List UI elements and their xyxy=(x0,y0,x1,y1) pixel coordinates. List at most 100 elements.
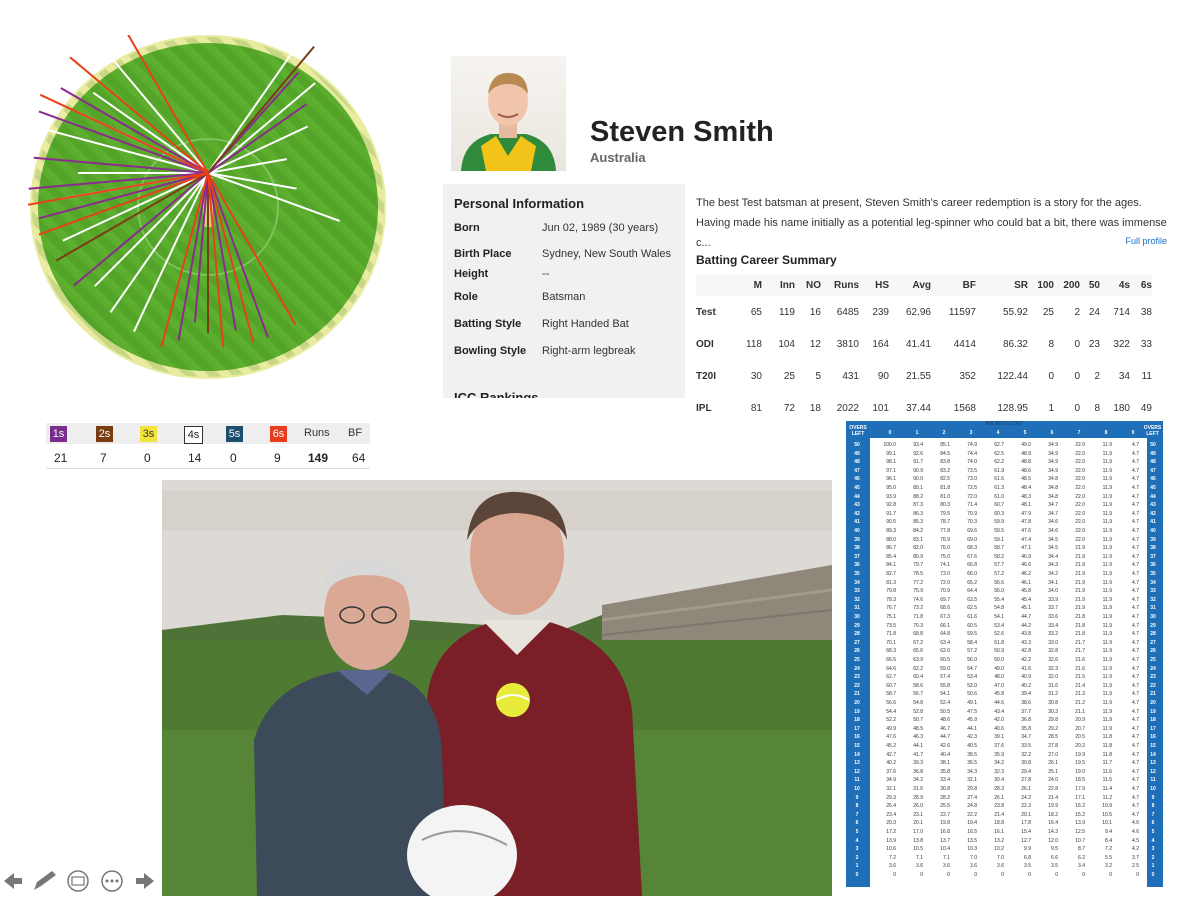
resource-cell: 4.7 xyxy=(1132,553,1139,560)
resource-cell: 72.0 xyxy=(940,579,950,586)
resource-cell: 22.2 xyxy=(967,811,977,818)
overs-left-value: 11 xyxy=(854,777,860,784)
format-label: T20I xyxy=(696,370,717,382)
resource-cell: 79.5 xyxy=(940,510,950,517)
stat-cell: 21.55 xyxy=(905,370,931,382)
stat-cell: 714 xyxy=(1113,306,1130,318)
overs-left-value: 16 xyxy=(1150,734,1156,741)
resource-cell: 44.2 xyxy=(1021,622,1031,629)
resource-cell: 56.0 xyxy=(994,588,1004,595)
resource-cell: 11.5 xyxy=(1102,777,1112,784)
stat-cell: 18 xyxy=(809,402,821,414)
resource-cell: 3.6 xyxy=(943,863,950,870)
overs-left-value: 33 xyxy=(1150,588,1156,595)
resource-cell: 19.4 xyxy=(967,820,977,827)
resource-cell: 11.9 xyxy=(1102,674,1112,681)
resource-cell: 21.8 xyxy=(1075,631,1085,638)
more-icon[interactable] xyxy=(101,870,123,892)
stat-cell: 0 xyxy=(1074,402,1080,414)
resource-cell: 4.7 xyxy=(1132,786,1139,792)
resource-cell: 21.6 xyxy=(1075,665,1085,672)
value-3s: 0 xyxy=(144,451,151,465)
resource-cell: 72.5 xyxy=(967,485,977,491)
resource-cell: 11.9 xyxy=(1102,725,1112,732)
resource-cell: 15.4 xyxy=(1021,829,1031,835)
resource-cell: 22.3 xyxy=(1021,803,1031,810)
wicket-header: 6 xyxy=(1050,430,1054,436)
batting-header-row: M Inn NO Runs HS Avg BF SR 100 200 50 4s… xyxy=(696,274,1152,296)
resource-cell: 30.3 xyxy=(1048,708,1058,715)
resource-cell: 34.2 xyxy=(1048,571,1058,577)
stat-cell: 5 xyxy=(815,370,821,382)
resource-cell: 73.5 xyxy=(967,467,977,474)
resource-cell: 85.1 xyxy=(940,442,950,448)
resource-cell: 11.4 xyxy=(1102,786,1112,792)
resource-cell: 0 xyxy=(947,872,950,878)
resource-cell: 21.8 xyxy=(1075,614,1085,620)
resource-cell: 22.0 xyxy=(1075,476,1085,483)
resource-cell: 22.0 xyxy=(1075,442,1085,448)
arrow-right-icon[interactable] xyxy=(136,873,154,889)
resource-cell: 21.2 xyxy=(1075,700,1085,706)
resource-cell: 22.0 xyxy=(1075,493,1085,500)
full-profile-link[interactable]: Full profile xyxy=(1125,236,1167,246)
resource-cell: 22.0 xyxy=(1075,519,1085,526)
dl-title: WICKETS LOST xyxy=(985,421,1024,427)
overs-left-value: 39 xyxy=(1150,536,1156,543)
resource-cell: 20.1 xyxy=(1021,811,1031,818)
resource-cell: 11.9 xyxy=(1102,450,1112,457)
player-profile: Steven Smith Australia Personal Informat… xyxy=(443,40,1195,414)
stat-cell: 2 xyxy=(1074,306,1080,318)
resource-cell: 11.9 xyxy=(1102,476,1112,483)
overs-left-value: 0 xyxy=(1151,872,1155,878)
resource-cell: 4.7 xyxy=(1132,743,1139,749)
resource-cell: 51.8 xyxy=(994,639,1004,646)
resource-cell: 92.6 xyxy=(913,450,923,457)
resource-cell: 16.4 xyxy=(1048,820,1058,827)
resource-cell: 4.6 xyxy=(1132,820,1139,827)
slide-nav xyxy=(0,868,160,894)
resource-cell: 11.9 xyxy=(1102,510,1112,517)
resource-cell: 52.8 xyxy=(913,708,923,715)
resource-cell: 4.7 xyxy=(1132,700,1139,706)
stat-cell: 239 xyxy=(872,306,889,318)
subtitles-icon[interactable] xyxy=(67,870,89,892)
stat-cell: 25 xyxy=(783,370,795,382)
resource-cell: 0 xyxy=(1001,872,1004,878)
resource-cell: 61.0 xyxy=(994,493,1004,500)
resource-cell: 8.7 xyxy=(1078,846,1085,853)
resource-cell: 4.7 xyxy=(1132,614,1139,620)
header-cell: 100 xyxy=(1037,279,1054,291)
resource-cell: 30.8 xyxy=(1021,760,1031,767)
resource-cell: 33.4 xyxy=(1048,622,1058,629)
resource-cell: 92.8 xyxy=(886,502,896,509)
stat-cell: 2022 xyxy=(836,402,859,414)
chip-6s: 6s xyxy=(270,426,287,442)
resource-cell: 3.2 xyxy=(1105,863,1112,870)
resource-cell: 52.0 xyxy=(967,682,977,689)
resource-cell: 40.9 xyxy=(1021,674,1031,681)
resource-cell: 65.6 xyxy=(913,648,923,655)
resource-cell: 13.5 xyxy=(967,837,977,844)
overs-left-value: 4 xyxy=(855,837,859,844)
resource-cell: 66.1 xyxy=(940,622,950,629)
overs-left-value: 8 xyxy=(1151,803,1155,810)
pen-icon[interactable] xyxy=(34,871,56,890)
resource-cell: 57.4 xyxy=(940,674,950,681)
resource-cell: 39.4 xyxy=(1021,691,1031,698)
stat-cell: 8 xyxy=(1048,338,1054,350)
resource-cell: 11.6 xyxy=(1102,768,1112,775)
resource-cell: 21.9 xyxy=(1075,605,1085,612)
resource-cell: 34.9 xyxy=(1048,442,1058,448)
resource-cell: 7.2 xyxy=(1105,846,1112,853)
resource-cell: 21.8 xyxy=(1075,622,1085,629)
overs-left-value: 40 xyxy=(1150,528,1156,534)
arrow-left-icon[interactable] xyxy=(4,873,22,889)
resource-cell: 27.8 xyxy=(1021,777,1031,784)
resource-cell: 34.8 xyxy=(1048,485,1058,491)
resource-cell: 24.2 xyxy=(1021,794,1031,801)
overs-left-value: 22 xyxy=(1150,682,1156,689)
resource-cell: 79.8 xyxy=(886,588,896,595)
overs-left-value: 42 xyxy=(1150,510,1156,517)
role-label: Role xyxy=(454,291,478,303)
